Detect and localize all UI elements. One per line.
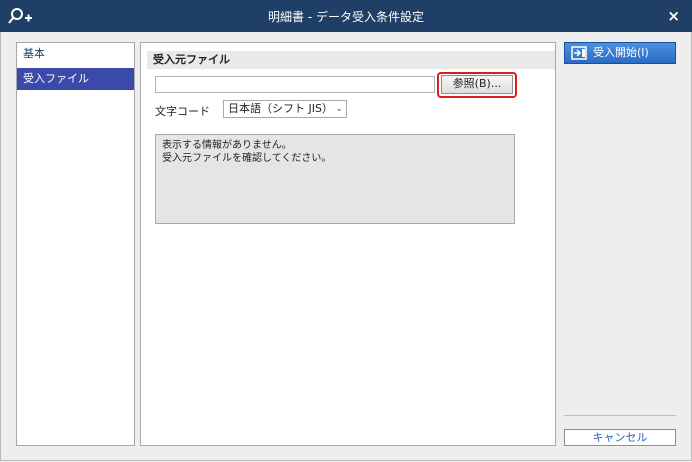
cancel-button[interactable]: キャンセル [564,429,676,446]
start-import-button[interactable]: 受入開始(I) [564,42,676,64]
browse-button[interactable]: 参照(B)... [441,75,513,94]
info-line: 表示する情報がありません。 [162,140,292,151]
info-box: 表示する情報がありません。 受入元ファイルを確認してください。 [155,134,515,224]
charcode-value: 日本語（シフト JIS） [228,102,333,115]
window-title: 明細書 - データ受入条件設定 [268,10,424,24]
charcode-select[interactable]: 日本語（シフト JIS） ⌄ [223,100,347,118]
section-title: 受入元ファイル [147,51,555,69]
info-line: 受入元ファイルを確認してください。 [162,153,332,164]
sidebar-item-basic[interactable]: 基本 [17,43,134,65]
start-import-label: 受入開始(I) [593,46,649,59]
title-bar: 明細書 - データ受入条件設定 × [0,0,692,32]
main-panel: 受入元ファイル 参照(B)... 文字コード 日本語（シフト JIS） ⌄ 表示… [140,42,556,446]
sidebar: 基本 受入ファイル [16,42,135,446]
import-icon [571,46,587,60]
sidebar-item-import-file[interactable]: 受入ファイル [17,68,134,90]
close-icon[interactable]: × [667,7,680,25]
chevron-down-icon: ⌄ [335,104,343,114]
charcode-label: 文字コード [155,105,210,118]
file-path-input[interactable] [155,76,435,93]
divider [564,415,676,416]
